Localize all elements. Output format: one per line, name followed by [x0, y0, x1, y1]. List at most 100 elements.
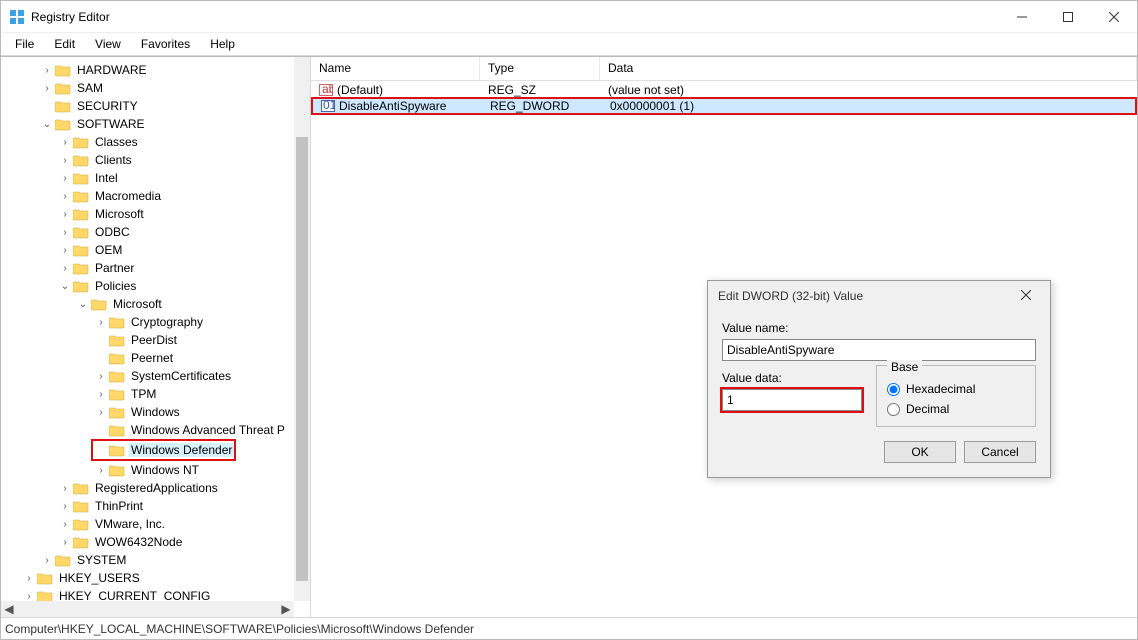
tree-node[interactable]: › Clients — [1, 151, 294, 169]
tree-node[interactable]: › WOW6432Node — [1, 533, 294, 551]
expand-toggle-icon[interactable]: › — [59, 173, 71, 184]
tree-node[interactable]: ›Macromedia — [1, 187, 294, 205]
dialog-close-button[interactable] — [1012, 289, 1040, 303]
expand-toggle-icon[interactable]: › — [59, 519, 71, 530]
tree-node[interactable]: ›ThinPrint — [1, 497, 294, 515]
column-data[interactable]: Data — [600, 57, 1137, 80]
value-data-input[interactable] — [722, 389, 862, 411]
tree-node[interactable]: SECURITY — [1, 97, 294, 115]
tree-node[interactable]: PeerDist — [1, 331, 294, 349]
expand-toggle-icon[interactable]: › — [59, 263, 71, 274]
tree-node[interactable]: ⌄ SOFTWARE — [1, 115, 294, 133]
tree-node[interactable]: ›Windows NT — [1, 461, 294, 479]
tree-node[interactable]: ›Microsoft — [1, 205, 294, 223]
values-pane: Name Type Data ab(Default)REG_SZ(value n… — [311, 57, 1137, 617]
column-name[interactable]: Name — [311, 57, 480, 80]
folder-icon — [91, 297, 107, 311]
expand-toggle-icon[interactable]: › — [41, 83, 53, 94]
tree-node-label: Intel — [93, 171, 120, 185]
menu-view[interactable]: View — [87, 35, 129, 53]
menu-file[interactable]: File — [7, 35, 42, 53]
tree-node-label: TPM — [129, 387, 158, 401]
expand-toggle-icon[interactable]: › — [95, 317, 107, 328]
ok-button[interactable]: OK — [884, 441, 956, 463]
expand-toggle-icon[interactable]: ⌄ — [41, 119, 53, 130]
expand-toggle-icon[interactable]: › — [23, 573, 35, 584]
title-bar: Registry Editor — [1, 1, 1137, 33]
expand-toggle-icon[interactable]: › — [59, 155, 71, 166]
list-header[interactable]: Name Type Data — [311, 57, 1137, 81]
decimal-label: Decimal — [906, 402, 949, 416]
value-row[interactable]: ab(Default)REG_SZ(value not set) — [311, 81, 1137, 99]
menu-favorites[interactable]: Favorites — [133, 35, 198, 53]
expand-toggle-icon[interactable]: › — [95, 407, 107, 418]
folder-icon — [37, 589, 53, 601]
folder-icon — [109, 387, 125, 401]
tree-node-label: WOW6432Node — [93, 535, 184, 549]
expand-toggle-icon[interactable]: › — [59, 537, 71, 548]
expand-toggle-icon[interactable]: › — [41, 65, 53, 76]
expand-toggle-icon[interactable]: › — [41, 555, 53, 566]
folder-icon — [73, 225, 89, 239]
tree-node[interactable]: › Intel — [1, 169, 294, 187]
tree-node[interactable]: Windows Advanced Threat P — [1, 421, 294, 439]
expand-toggle-icon[interactable]: › — [59, 501, 71, 512]
menu-edit[interactable]: Edit — [46, 35, 83, 53]
value-name-input[interactable] — [722, 339, 1036, 361]
expand-toggle-icon[interactable]: › — [59, 227, 71, 238]
tree-node[interactable]: ›Windows — [1, 403, 294, 421]
expand-toggle-icon[interactable]: › — [59, 483, 71, 494]
expand-toggle-icon[interactable]: › — [59, 137, 71, 148]
folder-icon — [37, 571, 53, 585]
tree-node[interactable]: ›OEM — [1, 241, 294, 259]
folder-icon — [55, 81, 71, 95]
tree-node[interactable]: › ODBC — [1, 223, 294, 241]
scrollbar-horizontal[interactable]: ◀▶ — [1, 601, 294, 617]
expand-toggle-icon[interactable]: › — [59, 209, 71, 220]
tree-node[interactable]: ⌄Policies — [1, 277, 294, 295]
decimal-radio[interactable] — [887, 403, 900, 416]
column-type[interactable]: Type — [480, 57, 600, 80]
tree-node-label: Peernet — [129, 351, 175, 365]
expand-toggle-icon[interactable]: › — [59, 245, 71, 256]
cancel-button[interactable]: Cancel — [964, 441, 1036, 463]
tree-node[interactable]: ›Partner — [1, 259, 294, 277]
tree-node-label: Cryptography — [129, 315, 205, 329]
expand-toggle-icon[interactable]: ⌄ — [77, 299, 89, 310]
expand-toggle-icon[interactable]: ⌄ — [59, 281, 71, 292]
tree-node[interactable]: Windows Defender — [93, 441, 234, 459]
value-data-label: Value data: — [722, 371, 862, 385]
close-button[interactable] — [1091, 2, 1137, 32]
minimize-button[interactable] — [999, 2, 1045, 32]
tree-node[interactable]: › TPM — [1, 385, 294, 403]
tree-node[interactable]: ›HKEY_USERS — [1, 569, 294, 587]
tree-node[interactable]: ›RegisteredApplications — [1, 479, 294, 497]
value-row[interactable]: 011DisableAntiSpywareREG_DWORD0x00000001… — [311, 97, 1137, 115]
folder-icon — [109, 351, 125, 365]
tree-node[interactable]: Peernet — [1, 349, 294, 367]
tree-node[interactable]: ›HARDWARE — [1, 61, 294, 79]
tree-node[interactable]: ›HKEY_CURRENT_CONFIG — [1, 587, 294, 601]
tree-node-label: ODBC — [93, 225, 132, 239]
regedit-icon — [9, 9, 25, 25]
expand-toggle-icon[interactable]: › — [95, 371, 107, 382]
registry-tree[interactable]: ›HARDWARE›SAMSECURITY⌄SOFTWARE›Classes›C… — [1, 57, 294, 601]
maximize-button[interactable] — [1045, 2, 1091, 32]
tree-node-label: SOFTWARE — [75, 117, 147, 131]
expand-toggle-icon[interactable]: › — [59, 191, 71, 202]
expand-toggle-icon[interactable]: › — [95, 465, 107, 476]
tree-node[interactable]: ›Classes — [1, 133, 294, 151]
tree-node-label: Clients — [93, 153, 134, 167]
tree-node[interactable]: ›VMware, Inc. — [1, 515, 294, 533]
scrollbar-vertical[interactable] — [294, 57, 310, 601]
menu-help[interactable]: Help — [202, 35, 243, 53]
folder-icon — [73, 189, 89, 203]
tree-node[interactable]: ›SYSTEM — [1, 551, 294, 569]
expand-toggle-icon[interactable]: › — [23, 591, 35, 602]
tree-node[interactable]: ⌄Microsoft — [1, 295, 294, 313]
tree-node[interactable]: ›SystemCertificates — [1, 367, 294, 385]
tree-node[interactable]: ›SAM — [1, 79, 294, 97]
tree-node[interactable]: › Cryptography — [1, 313, 294, 331]
hexadecimal-radio[interactable] — [887, 383, 900, 396]
expand-toggle-icon[interactable]: › — [95, 389, 107, 400]
